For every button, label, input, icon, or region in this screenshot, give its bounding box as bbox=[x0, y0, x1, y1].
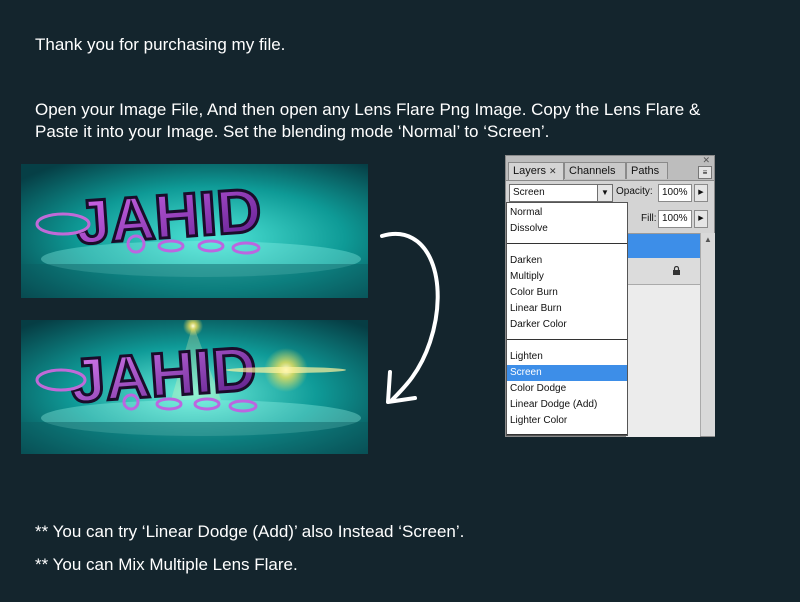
tab-channels[interactable]: Channels bbox=[564, 162, 626, 179]
layer-list bbox=[626, 233, 700, 437]
blend-option-lighten[interactable]: Lighten bbox=[507, 349, 627, 365]
tip-mix-flares: ** You can Mix Multiple Lens Flare. bbox=[35, 555, 298, 574]
fill-slider-arrow-icon[interactable]: ▶ bbox=[694, 210, 708, 228]
artwork-before-image: JAHID bbox=[21, 164, 368, 298]
panel-tab-bar: Layers ✕ Channels Paths ✕ ≡ bbox=[506, 156, 714, 181]
blend-option-color-burn[interactable]: Color Burn bbox=[507, 285, 627, 301]
blend-option-normal[interactable]: Normal bbox=[507, 205, 627, 221]
tab-channels-label: Channels bbox=[569, 165, 616, 177]
dropdown-divider bbox=[507, 339, 627, 340]
tab-paths-label: Paths bbox=[631, 165, 660, 177]
tab-layers-label: Layers bbox=[513, 165, 547, 177]
layer-row-background[interactable] bbox=[626, 258, 700, 285]
chevron-down-icon[interactable]: ▼ bbox=[597, 185, 612, 201]
opacity-slider-arrow-icon[interactable]: ▶ bbox=[694, 184, 708, 202]
tip-linear-dodge: ** You can try ‘Linear Dodge (Add)’ also… bbox=[35, 522, 465, 541]
blend-mode-dropdown[interactable]: Normal Dissolve Darken Multiply Color Bu… bbox=[506, 202, 628, 436]
blend-option-color-dodge[interactable]: Color Dodge bbox=[507, 381, 627, 397]
close-tab-icon[interactable]: ✕ bbox=[549, 166, 557, 176]
opacity-label: Opacity: bbox=[616, 186, 653, 197]
dropdown-divider bbox=[507, 243, 627, 244]
dropdown-divider bbox=[507, 434, 627, 435]
panel-menu-icon[interactable]: ≡ bbox=[698, 166, 712, 179]
panel-close-icon[interactable]: ✕ bbox=[702, 156, 710, 165]
lock-icon bbox=[673, 266, 680, 275]
instruction-line-2: Paste it into your Image. Set the blendi… bbox=[35, 122, 550, 141]
blend-mode-value: Screen bbox=[513, 187, 545, 198]
curved-arrow-icon bbox=[380, 232, 440, 404]
fill-field[interactable]: 100% bbox=[658, 210, 692, 228]
scroll-up-icon[interactable]: ▲ bbox=[704, 235, 712, 244]
thank-you-text: Thank you for purchasing my file. bbox=[35, 35, 286, 54]
opacity-field[interactable]: 100% bbox=[658, 184, 692, 202]
blend-option-dissolve[interactable]: Dissolve bbox=[507, 221, 627, 237]
layers-panel: Layers ✕ Channels Paths ✕ ≡ Screen ▼ Opac… bbox=[505, 155, 715, 437]
blend-option-linear-dodge[interactable]: Linear Dodge (Add) bbox=[507, 397, 627, 413]
artwork-after-image: JAHID bbox=[21, 320, 368, 454]
tab-paths[interactable]: Paths bbox=[626, 162, 668, 179]
tab-layers[interactable]: Layers ✕ bbox=[508, 162, 564, 180]
layer-row-selected[interactable] bbox=[626, 234, 700, 258]
layer-list-scrollbar[interactable]: ▲ bbox=[700, 233, 715, 436]
instruction-line-1: Open your Image File, And then open any … bbox=[35, 100, 701, 119]
blend-mode-select[interactable]: Screen ▼ bbox=[509, 184, 613, 202]
blend-option-multiply[interactable]: Multiply bbox=[507, 269, 627, 285]
blend-option-screen[interactable]: Screen bbox=[507, 365, 627, 381]
blend-option-lighter-color[interactable]: Lighter Color bbox=[507, 413, 627, 429]
blend-option-darken[interactable]: Darken bbox=[507, 253, 627, 269]
blend-option-linear-burn[interactable]: Linear Burn bbox=[507, 301, 627, 317]
fill-label: Fill: bbox=[641, 213, 657, 224]
blend-option-darker-color[interactable]: Darker Color bbox=[507, 317, 627, 333]
